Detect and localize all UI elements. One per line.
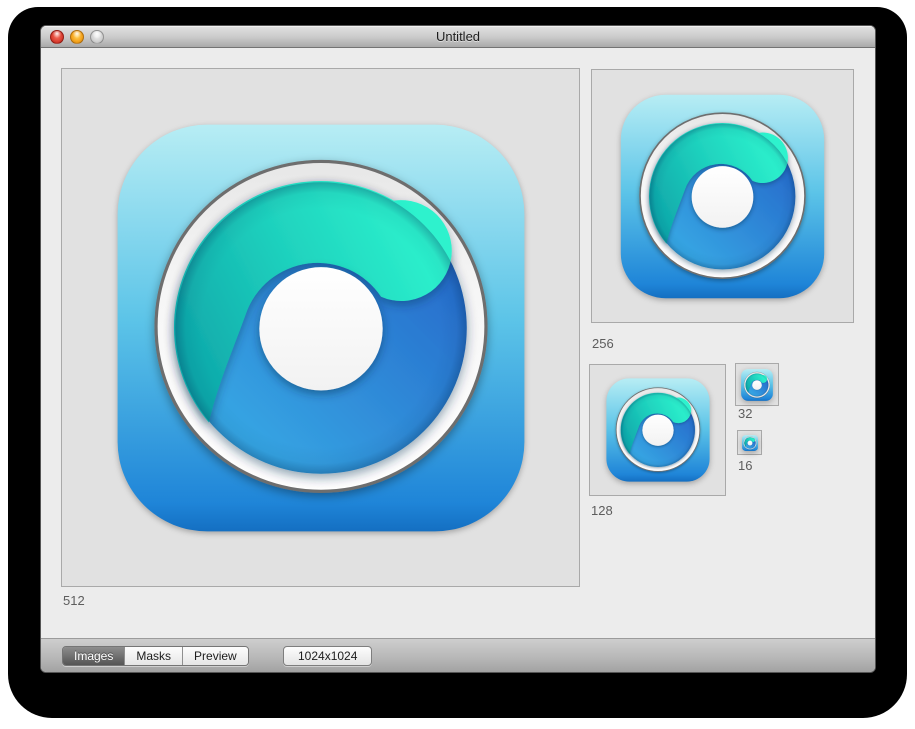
- tab-preview[interactable]: Preview: [182, 647, 248, 665]
- size-label-32: 32: [738, 406, 752, 421]
- preview-box-16[interactable]: [737, 430, 762, 455]
- app-icon-32: [741, 369, 773, 401]
- preview-box-512[interactable]: [61, 68, 580, 587]
- screenshot-stage: Untitled 512 256 128 32 16: [0, 0, 915, 729]
- bottom-toolbar: Images Masks Preview 1024x1024: [41, 638, 875, 672]
- app-icon-256: [620, 94, 825, 299]
- size-label-128: 128: [591, 503, 613, 518]
- preview-box-128[interactable]: [589, 364, 726, 496]
- titlebar: Untitled: [41, 26, 875, 48]
- preview-box-32[interactable]: [735, 363, 779, 406]
- app-icon-512: [116, 123, 526, 533]
- app-icon-16: [742, 435, 758, 451]
- size-label-256: 256: [592, 336, 614, 351]
- size-1024-button[interactable]: 1024x1024: [283, 646, 372, 666]
- preview-box-256[interactable]: [591, 69, 854, 323]
- tab-masks[interactable]: Masks: [124, 647, 182, 665]
- window-title: Untitled: [41, 29, 875, 44]
- tab-images[interactable]: Images: [63, 647, 124, 665]
- app-icon-128: [606, 378, 710, 482]
- app-window: Untitled 512 256 128 32 16: [40, 25, 876, 673]
- view-segmented-control: Images Masks Preview: [62, 646, 249, 666]
- icon-previews-area: 512 256 128 32 16: [41, 48, 875, 638]
- size-label-512: 512: [63, 593, 85, 608]
- size-label-16: 16: [738, 458, 752, 473]
